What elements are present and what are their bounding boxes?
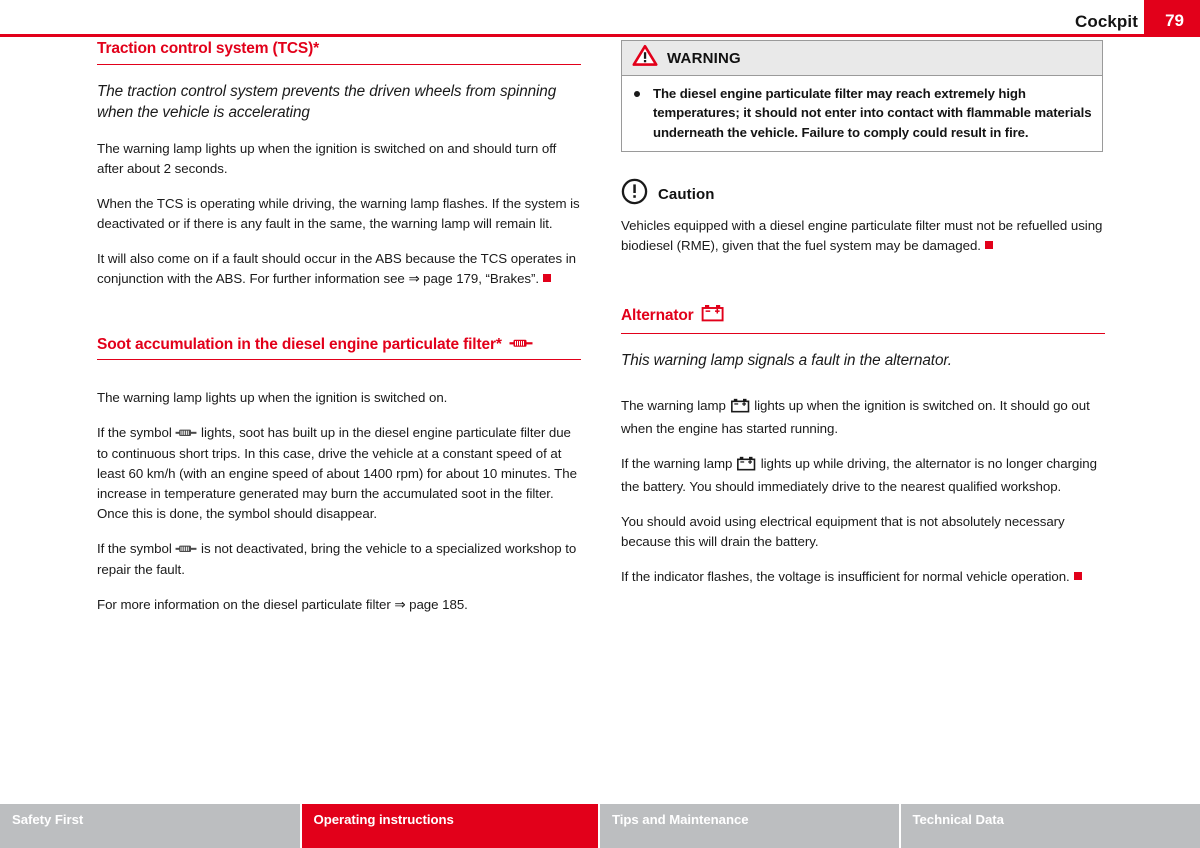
page-header: Cockpit 79 [0,0,1200,40]
traction-intro-text: The traction control system prevents the… [97,82,557,122]
alternator-paragraph-2-lead: If the warning lamp [621,456,733,472]
battery-icon-inline-1 [730,398,751,419]
caution-header: Caution [621,178,1105,210]
caution-block: Caution Vehicles equipped with a diesel … [621,178,1105,256]
page-number: 79 [1165,11,1184,30]
warning-triangle-icon [632,44,658,72]
section-end-mark [1073,572,1082,581]
alternator-paragraph-1: The warning lamp lights up when the igni… [621,396,1105,439]
warning-box-body: The diesel engine particulate filter may… [622,76,1102,151]
heading-soot-label: Soot accumulation in the diesel engine p… [97,335,502,353]
footer-tab-operating-instructions[interactable]: Operating instructions [301,804,598,848]
page-reference-179[interactable]: ⇒ page 179, [408,271,482,286]
heading-alternator-label: Alternator [621,306,694,324]
section-end-mark [984,241,993,250]
header-red-rule [0,34,1200,37]
soot-paragraph-3-lead: If the symbol [97,540,172,556]
caution-exclamation-icon [621,178,648,210]
footer-tab-technical-data[interactable]: Technical Data [900,804,1200,848]
traction-paragraph-3: It will also come on if a fault should o… [97,249,581,289]
warning-label: WARNING [667,49,741,67]
left-column: Traction control system (TCS)* The tract… [97,40,581,615]
footer-tab-label: Tips and Maintenance [612,812,749,827]
soot-paragraph-2-lead: If the symbol [97,425,172,441]
alternator-intro-text: This warning lamp signals a fault in the… [621,351,952,369]
warning-text: The diesel engine particulate filter may… [653,86,1092,140]
page-title: Cockpit [1074,12,1138,31]
caution-label: Caution [658,185,715,203]
caution-text-paragraph: Vehicles equipped with a diesel engine p… [621,216,1105,256]
section-end-mark [543,273,552,282]
soot-paragraph-4: For more information on the diesel parti… [97,595,581,615]
footer-tab-tips-and-maintenance[interactable]: Tips and Maintenance [600,804,899,848]
footer-tab-bar: Safety First Operating instructions Tips… [0,804,1200,848]
soot-paragraph-3: If the symbol is not deactivated, bring … [97,539,581,580]
heading-traction-label: Traction control system (TCS)* [97,40,320,57]
warning-box: WARNING The diesel engine particulate fi… [621,40,1103,153]
footer-tab-label: Safety First [12,812,84,827]
heading-soot-accumulation: Soot accumulation in the diesel engine p… [97,336,581,361]
page-content: Traction control system (TCS)* The tract… [0,40,1200,795]
alternator-paragraph-3: You should avoid using electrical equipm… [621,514,1065,550]
particulate-filter-icon [509,336,533,355]
traction-paragraph-2: When the TCS is operating while driving,… [97,195,580,231]
alternator-paragraph-2: If the warning lamp lights up while driv… [621,454,1105,497]
alternator-paragraph-1-lead: The warning lamp [621,398,726,414]
particulate-filter-icon-inline-1 [175,424,197,444]
heading-traction-control-system: Traction control system (TCS)* [97,40,581,65]
caution-text: Vehicles equipped with a diesel engine p… [621,218,1103,254]
battery-icon-inline-2 [736,456,757,477]
traction-paragraph-3-tail: “Brakes”. [485,270,540,286]
soot-paragraph-4-lead: For more information on the diesel parti… [97,596,391,612]
bullet-icon [634,91,640,97]
page-reference-185[interactable]: ⇒ page 185. [394,597,468,612]
footer-tab-safety-first[interactable]: Safety First [0,804,300,848]
heading-alternator: Alternator [621,304,1105,334]
soot-paragraph-1: The warning lamp lights up when the igni… [97,390,448,406]
alternator-paragraph-4-text: If the indicator flashes, the voltage is… [621,569,1070,585]
traction-paragraph-1: The warning lamp lights up when the igni… [97,141,557,176]
particulate-filter-icon-inline-2 [175,540,197,560]
right-column: WARNING The diesel engine particulate fi… [621,40,1105,587]
footer-tab-label: Technical Data [912,812,1004,827]
alternator-paragraph-4: If the indicator flashes, the voltage is… [621,567,1105,587]
footer-tab-label: Operating instructions [313,812,454,827]
battery-icon [701,304,725,328]
soot-paragraph-2: If the symbol lights, soot has built up … [97,423,581,524]
warning-box-header: WARNING [622,41,1102,76]
